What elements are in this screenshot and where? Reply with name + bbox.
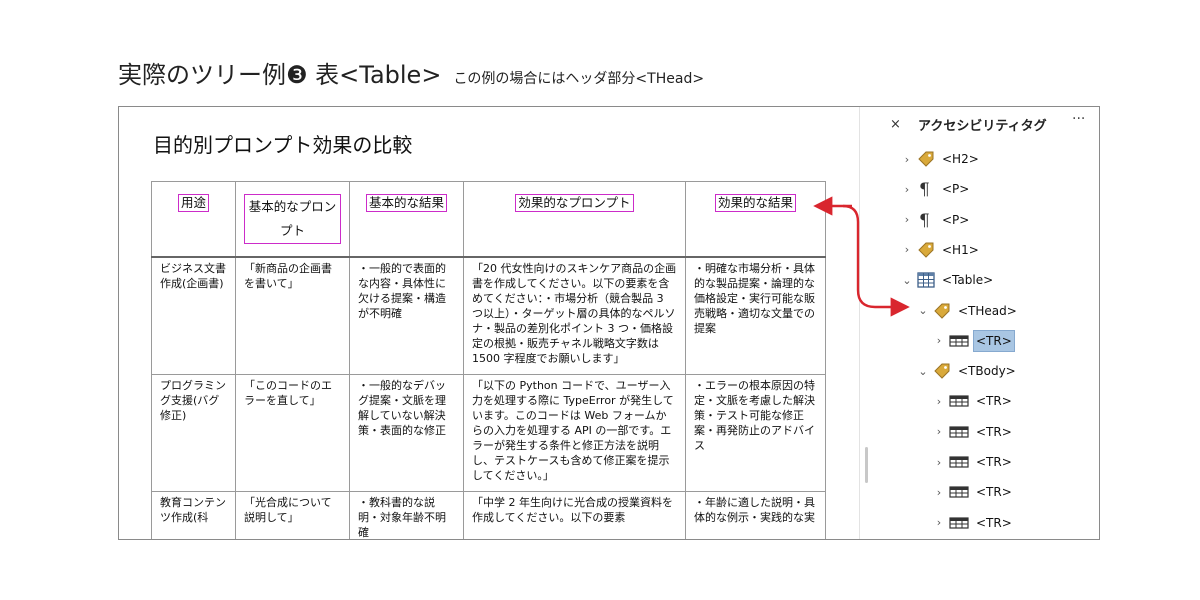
header-label: 効果的な結果	[714, 194, 796, 212]
table-body: ビジネス文書作成(企画書) 「新商品の企画書を書いて」 ・一般的で表面的な内容・…	[151, 257, 826, 539]
tree-item[interactable]: ⌄ <TBody>	[918, 360, 1018, 382]
tree-item-label: <TR>	[976, 424, 1012, 439]
header-label: 基本的なプロンプト	[244, 194, 341, 244]
panel-title: アクセシビリティタグ	[918, 119, 1047, 134]
chevron-right-icon[interactable]: ›	[902, 153, 912, 166]
pilcrow-icon: ¶	[916, 210, 936, 230]
tree-item[interactable]: › <TR>	[934, 512, 1014, 534]
header-cell-effective-prompt: 効果的なプロンプト	[463, 181, 686, 258]
tree-item[interactable]: ⌄ <Table>	[902, 269, 995, 291]
table-row-icon	[948, 513, 970, 533]
pilcrow-icon: ¶	[916, 179, 936, 199]
tree-item-label: <THead>	[958, 303, 1017, 318]
table-head: 用途 基本的なプロンプト 基本的な結果 効果的なプロンプト 効果的な結果	[151, 181, 826, 258]
table-icon	[916, 270, 936, 290]
header-label: 効果的なプロンプト	[515, 194, 634, 212]
tree-item-label: <TBody>	[958, 364, 1016, 379]
table-cell: ・年齢に適した説明・具体的な例示・実践的な実	[685, 491, 826, 539]
tree-item[interactable]: › <H1>	[902, 239, 981, 261]
table-cell: 「20 代女性向けのスキンケア商品の企画書を作成してください。以下の要素を含めて…	[463, 257, 686, 375]
header-row: 用途 基本的なプロンプト 基本的な結果 効果的なプロンプト 効果的な結果	[151, 181, 826, 258]
chevron-right-icon[interactable]: ›	[902, 213, 912, 226]
chevron-right-icon[interactable]: ›	[934, 425, 944, 438]
accessibility-tags-panel: × アクセシビリティタグ ··· › <H2> › ¶ <P> › ¶ <P> › <H1> ⌄ <T…	[859, 107, 1099, 539]
slide-title-text: 実際のツリー例❸ 表<Table>	[118, 61, 442, 89]
table-row-icon	[948, 391, 970, 411]
tree-item-label: <P>	[942, 212, 970, 227]
table-cell: 「中学 2 年生向けに光合成の授業資料を作成してください。以下の要素	[463, 491, 686, 539]
tree-item[interactable]: › ¶ <P>	[902, 209, 971, 231]
tree-item[interactable]: › <TR>	[934, 329, 1015, 352]
table-cell: ・教科書的な説明・対象年齢不明確	[349, 491, 464, 539]
document-heading: 目的別プロンプト効果の比較	[153, 133, 413, 157]
table-cell: プログラミング支援(バグ修正)	[151, 374, 236, 492]
close-icon[interactable]: ×	[890, 117, 901, 132]
panel-scrollbar[interactable]	[865, 447, 868, 483]
tree-item[interactable]: › <TR>	[934, 481, 1014, 503]
tree-item-label: <P>	[942, 182, 970, 197]
svg-text:¶: ¶	[919, 180, 930, 199]
table-row-icon	[948, 422, 970, 442]
tree-item-label: <TR>	[976, 455, 1012, 469]
tree-item[interactable]: › <TR>	[934, 421, 1014, 443]
table-row: 教育コンテンツ作成(科 「光合成について説明して」 ・教科書的な説明・対象年齢不…	[151, 491, 826, 539]
table-row-icon	[948, 452, 970, 472]
tree-item-label: <TR>	[976, 515, 1012, 530]
tree-item-label: <Table>	[942, 273, 994, 288]
header-cell-effective-result: 効果的な結果	[685, 181, 826, 258]
tree-item[interactable]: › ¶ <P>	[902, 178, 971, 200]
document-view[interactable]: 目的別プロンプト効果の比較 用途 基本的なプロンプト 基本的な結果 効果的なプロ…	[119, 107, 859, 539]
comparison-table: 用途 基本的なプロンプト 基本的な結果 効果的なプロンプト 効果的な結果 ビジネ…	[151, 181, 826, 539]
app-frame: 目的別プロンプト効果の比較 用途 基本的なプロンプト 基本的な結果 効果的なプロ…	[118, 106, 1100, 540]
table-cell: 「このコードのエラーを直して」	[235, 374, 350, 492]
tag-icon	[916, 149, 936, 169]
chevron-right-icon[interactable]: ›	[934, 334, 944, 347]
table-row: ビジネス文書作成(企画書) 「新商品の企画書を書いて」 ・一般的で表面的な内容・…	[151, 257, 826, 375]
chevron-right-icon[interactable]: ›	[934, 516, 944, 529]
tag-icon	[932, 361, 952, 381]
table-row: プログラミング支援(バグ修正) 「このコードのエラーを直して」 ・一般的なデバッ…	[151, 374, 826, 492]
tree-item-label: <TR>	[973, 329, 1015, 352]
header-cell-basic-result: 基本的な結果	[349, 181, 464, 258]
header-label: 基本的な結果	[365, 194, 447, 212]
tree-item[interactable]: › <H2>	[902, 148, 981, 170]
chevron-right-icon[interactable]: ›	[934, 456, 944, 469]
chevron-down-icon[interactable]: ⌄	[918, 304, 928, 317]
chevron-right-icon[interactable]: ›	[902, 183, 912, 196]
table-cell: ビジネス文書作成(企画書)	[151, 257, 236, 375]
tree-item-label: <H2>	[942, 152, 979, 166]
chevron-right-icon[interactable]: ›	[902, 243, 912, 256]
slide-title: 実際のツリー例❸ 表<Table> この例の場合にはヘッダ部分<THead>	[118, 55, 704, 90]
tag-icon	[932, 301, 952, 321]
table-cell: 「以下の Python コードで、ユーザー入力を処理する際に TypeError…	[463, 374, 686, 492]
more-options-icon[interactable]: ···	[1072, 111, 1085, 127]
table-cell: ・一般的で表面的な内容・具体性に欠ける提案・構造が不明確	[349, 257, 464, 375]
tree-item[interactable]: ⌄ <THead>	[918, 300, 1019, 322]
tree-item-label: <TR>	[976, 485, 1012, 500]
table-cell: ・一般的なデバッグ提案・文脈を理解していない解決策・表面的な修正	[349, 374, 464, 492]
chevron-right-icon[interactable]: ›	[934, 486, 944, 499]
svg-text:¶: ¶	[919, 211, 930, 230]
header-cell-purpose: 用途	[151, 181, 236, 258]
slide-subtitle: この例の場合にはヘッダ部分<THead>	[453, 71, 705, 87]
chevron-down-icon[interactable]: ⌄	[902, 274, 912, 287]
tree-item-label: <TR>	[976, 394, 1012, 409]
tree-item[interactable]: › <TR>	[934, 451, 1014, 473]
tag-icon	[916, 240, 936, 260]
header-cell-basic-prompt: 基本的なプロンプト	[235, 181, 350, 258]
table-cell: 「新商品の企画書を書いて」	[235, 257, 350, 375]
chevron-right-icon[interactable]: ›	[934, 395, 944, 408]
tree-item-label: <H1>	[942, 242, 979, 257]
table-cell: ・エラーの根本原因の特定・文脈を考慮した解決策・テスト可能な修正案・再発防止のア…	[685, 374, 826, 492]
table-cell: ・明確な市場分析・具体的な製品提案・論理的な価格設定・実行可能な販売戦略・適切な…	[685, 257, 826, 375]
table-cell: 教育コンテンツ作成(科	[151, 491, 236, 539]
chevron-down-icon[interactable]: ⌄	[918, 365, 928, 378]
tree-item[interactable]: › <TR>	[934, 390, 1014, 412]
table-row-icon	[948, 331, 970, 351]
table-cell: 「光合成について説明して」	[235, 491, 350, 539]
table-row-icon	[948, 482, 970, 502]
header-label: 用途	[177, 194, 209, 212]
